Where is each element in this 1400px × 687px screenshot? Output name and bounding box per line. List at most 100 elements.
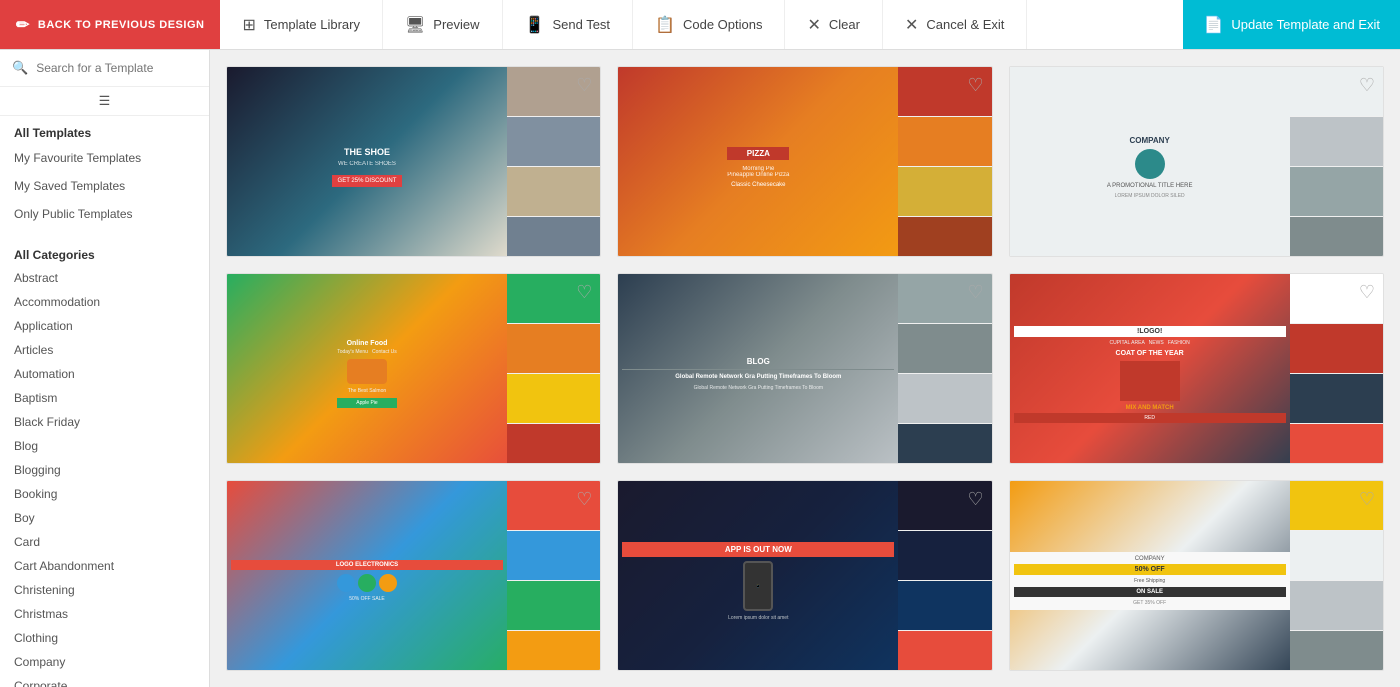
- cat-abstract[interactable]: Abstract: [0, 266, 209, 290]
- cat-christening[interactable]: Christening: [0, 578, 209, 602]
- card-image-clothing: COMPANY 50% OFF Free Shipping ON SALE GE…: [1010, 481, 1383, 671]
- thumb-2: [898, 324, 991, 374]
- favourite-icon[interactable]: ♡: [1359, 75, 1375, 96]
- cancel-exit-icon: ✕: [905, 15, 918, 35]
- favourite-icon[interactable]: ♡: [576, 75, 592, 96]
- code-options-label: Code Options: [683, 17, 763, 32]
- card-main-image: PIZZA Morning Pie Pineapple Online Pizza…: [618, 67, 898, 257]
- thumb-2: [898, 117, 991, 167]
- thumb-3: [1290, 374, 1383, 424]
- cat-baptism[interactable]: Baptism: [0, 386, 209, 410]
- thumb-2: [1290, 117, 1383, 167]
- back-button[interactable]: ✏ BACK TO PREVIOUS DESIGN: [0, 0, 220, 49]
- thumb-4: [898, 217, 991, 257]
- sidebar: 🔍 ☰ All Templates My Favourite Templates…: [0, 50, 210, 687]
- thumb-2: [507, 531, 600, 581]
- back-label: BACK TO PREVIOUS DESIGN: [38, 19, 205, 31]
- clear-label: Clear: [829, 17, 860, 32]
- thumb-4: [507, 424, 600, 464]
- template-card-newspaper: !LOGO! CUPITAL AREA NEWS FASHION COAT OF…: [1009, 273, 1384, 464]
- card-image-mobile: APP IS OUT NOW 📱 Lorem ipsum dolor sit a…: [618, 481, 991, 671]
- thumb-2: [1290, 531, 1383, 581]
- update-label: Update Template and Exit: [1231, 17, 1380, 32]
- search-input[interactable]: [36, 61, 197, 75]
- send-test-icon: 📱: [525, 15, 545, 35]
- thumb-4: [507, 631, 600, 671]
- thumb-3: [898, 167, 991, 217]
- update-icon: 📄: [1203, 15, 1223, 35]
- sidebar-my-favourites[interactable]: My Favourite Templates: [0, 144, 209, 172]
- cat-booking[interactable]: Booking: [0, 482, 209, 506]
- template-library-label: Template Library: [264, 17, 360, 32]
- cat-articles[interactable]: Articles: [0, 338, 209, 362]
- preview-icon: 🖥: [405, 15, 425, 35]
- cat-christmas[interactable]: Christmas: [0, 602, 209, 626]
- sidebar-only-public[interactable]: Only Public Templates: [0, 200, 209, 228]
- template-card-clothing: COMPANY 50% OFF Free Shipping ON SALE GE…: [1009, 480, 1384, 671]
- card-main-image: BLOG Global Remote Network Gra Putting T…: [618, 274, 898, 464]
- thumb-4: [507, 217, 600, 257]
- thumb-2: [507, 324, 600, 374]
- nav-preview[interactable]: 🖥 Preview: [383, 0, 503, 49]
- nav-clear[interactable]: ✕ Clear: [785, 0, 882, 49]
- cancel-exit-label: Cancel & Exit: [926, 17, 1004, 32]
- template-card-mobile: APP IS OUT NOW 📱 Lorem ipsum dolor sit a…: [617, 480, 992, 671]
- card-main-image: Online Food Today's Menu Contact Us The …: [227, 274, 507, 464]
- template-card-blog: BLOG Global Remote Network Gra Putting T…: [617, 273, 992, 464]
- card-image-footware: THE SHOE WE CREATE SHOES GET 25% DISCOUN…: [227, 67, 600, 257]
- thumb-3: [507, 374, 600, 424]
- thumb-4: [1290, 217, 1383, 257]
- card-image-flat: LOGO ELECTRONICS 50% OFF SALE: [227, 481, 600, 671]
- template-card-food-delivery: PIZZA Morning Pie Pineapple Online Pizza…: [617, 66, 992, 257]
- cat-clothing[interactable]: Clothing: [0, 626, 209, 650]
- template-library-icon: ⊞: [242, 15, 255, 35]
- favourite-icon[interactable]: ♡: [1359, 282, 1375, 303]
- thumb-3: [507, 581, 600, 631]
- cat-cart-abandonment[interactable]: Cart Abandonment: [0, 554, 209, 578]
- card-image-delivery: Online Food Today's Menu Contact Us The …: [227, 274, 600, 464]
- clear-icon: ✕: [807, 15, 820, 35]
- thumb-4: [1290, 424, 1383, 464]
- cat-corporate[interactable]: Corporate: [0, 674, 209, 687]
- main-area: 🔍 ☰ All Templates My Favourite Templates…: [0, 50, 1400, 687]
- cat-blog[interactable]: Blog: [0, 434, 209, 458]
- all-templates-label: All Templates: [0, 116, 209, 144]
- sidebar-my-saved[interactable]: My Saved Templates: [0, 172, 209, 200]
- nav-template-library[interactable]: ⊞ Template Library: [220, 0, 383, 49]
- favourite-icon[interactable]: ♡: [968, 75, 984, 96]
- nav-send-test[interactable]: 📱 Send Test: [503, 0, 634, 49]
- cat-boy[interactable]: Boy: [0, 506, 209, 530]
- cat-application[interactable]: Application: [0, 314, 209, 338]
- favourite-icon[interactable]: ♡: [1359, 489, 1375, 510]
- favourite-icon[interactable]: ♡: [576, 282, 592, 303]
- cat-company[interactable]: Company: [0, 650, 209, 674]
- card-image-corporate: COMPANY A PROMOTIONAL TITLE HERE LOREM I…: [1010, 67, 1383, 257]
- search-icon: 🔍: [12, 60, 28, 76]
- cat-card[interactable]: Card: [0, 530, 209, 554]
- templates-grid: THE SHOE WE CREATE SHOES GET 25% DISCOUN…: [210, 50, 1400, 687]
- cat-blogging[interactable]: Blogging: [0, 458, 209, 482]
- favourite-icon[interactable]: ♡: [968, 282, 984, 303]
- thumb-3: [898, 581, 991, 631]
- thumb-2: [507, 117, 600, 167]
- favourite-icon[interactable]: ♡: [576, 489, 592, 510]
- cat-accommodation[interactable]: Accommodation: [0, 290, 209, 314]
- card-main-image: APP IS OUT NOW 📱 Lorem ipsum dolor sit a…: [618, 481, 898, 671]
- thumb-4: [1290, 631, 1383, 671]
- update-template-button[interactable]: 📄 Update Template and Exit: [1183, 0, 1400, 49]
- cat-automation[interactable]: Automation: [0, 362, 209, 386]
- all-categories-label: All Categories: [0, 240, 209, 266]
- favourite-icon[interactable]: ♡: [968, 489, 984, 510]
- thumb-4: [898, 631, 991, 671]
- preview-label: Preview: [433, 17, 479, 32]
- thumb-3: [1290, 167, 1383, 217]
- thumb-3: [898, 374, 991, 424]
- filter-icon: ☰: [99, 93, 111, 109]
- cat-black-friday[interactable]: Black Friday: [0, 410, 209, 434]
- card-image-food: PIZZA Morning Pie Pineapple Online Pizza…: [618, 67, 991, 257]
- card-main-image: LOGO ELECTRONICS 50% OFF SALE: [227, 481, 507, 671]
- filter-button[interactable]: ☰: [0, 87, 209, 116]
- nav-code-options[interactable]: 📋 Code Options: [633, 0, 785, 49]
- template-card-corporate: COMPANY A PROMOTIONAL TITLE HERE LOREM I…: [1009, 66, 1384, 257]
- nav-cancel-exit[interactable]: ✕ Cancel & Exit: [883, 0, 1027, 49]
